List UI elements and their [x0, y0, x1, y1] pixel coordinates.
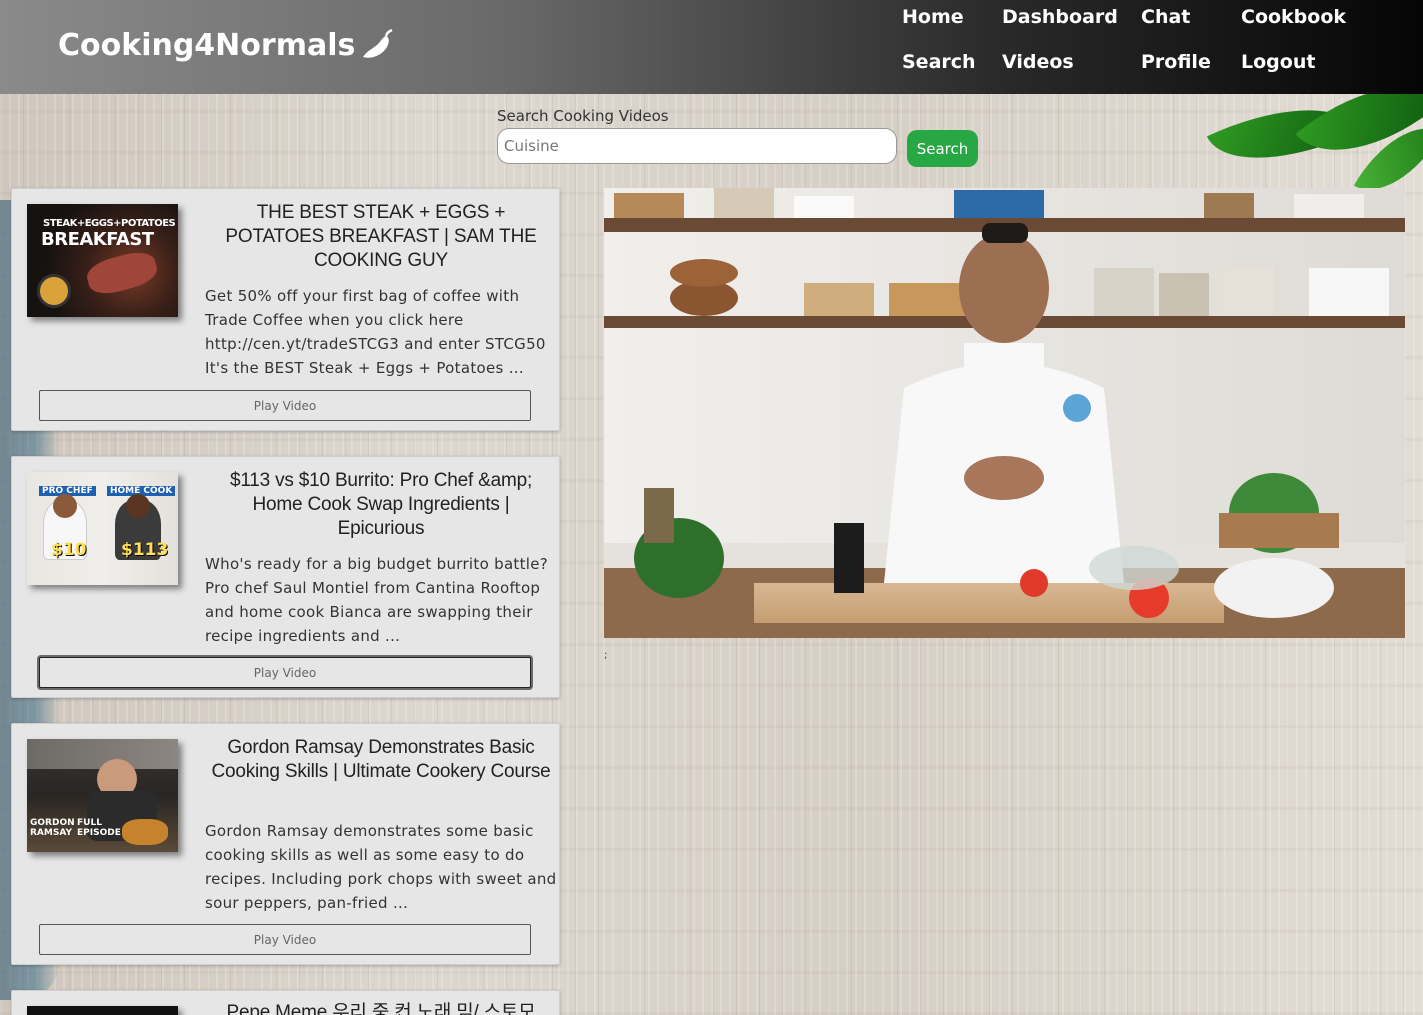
video-description: Get 50% off your first bag of coffee wit…	[205, 287, 546, 377]
stray-text: ;	[604, 650, 608, 661]
nav-logout[interactable]: Logout	[1241, 51, 1315, 73]
video-card: PRO CHEF HOME COOK $10 $113 $113 vs $10 …	[11, 456, 560, 698]
video-card: STEAK+EGGS+POTATOES BREAKFAST THE BEST S…	[11, 188, 560, 431]
brand-name: Cooking4Normals	[58, 28, 356, 63]
nav-home[interactable]: Home	[902, 6, 964, 28]
search-input[interactable]	[497, 128, 897, 164]
video-thumbnail[interactable]	[27, 1006, 178, 1015]
play-video-button[interactable]: Play Video	[39, 390, 531, 421]
video-title: THE BEST STEAK + EGGS + POTATOES BREAKFA…	[225, 202, 537, 271]
play-video-button[interactable]: Play Video	[39, 924, 531, 955]
video-title: Pepe Meme 우리 중 컨 노래 밈/ 스토모	[226, 1002, 536, 1015]
leaves-decoration	[1153, 94, 1423, 194]
play-video-button[interactable]: Play Video	[39, 657, 531, 688]
nav-profile[interactable]: Profile	[1141, 51, 1211, 73]
video-description: Who's ready for a big budget burrito bat…	[205, 555, 549, 645]
video-player[interactable]	[604, 188, 1405, 638]
video-title: $113 vs $10 Burrito: Pro Chef &amp; Home…	[229, 470, 533, 539]
nav-dashboard[interactable]: Dashboard	[1002, 6, 1118, 28]
video-frame	[604, 188, 1405, 638]
nav-search[interactable]: Search	[902, 51, 976, 73]
video-description: Gordon Ramsay demonstrates some basic co…	[205, 822, 557, 912]
video-card: GORDON RAMSAY FULL EPISODE Gordon Ramsay…	[11, 723, 560, 965]
video-thumbnail[interactable]: GORDON RAMSAY FULL EPISODE	[27, 739, 178, 852]
nav-cookbook[interactable]: Cookbook	[1241, 6, 1346, 28]
video-thumbnail[interactable]: PRO CHEF HOME COOK $10 $113	[27, 472, 178, 585]
search-label: Search Cooking Videos	[497, 107, 669, 125]
video-card: Pepe Meme 우리 중 컨 노래 밈/ 스토모	[11, 990, 560, 1015]
search-button[interactable]: Search	[907, 130, 978, 167]
video-title: Gordon Ramsay Demonstrates Basic Cooking…	[211, 737, 551, 782]
video-thumbnail[interactable]: STEAK+EGGS+POTATOES BREAKFAST	[27, 204, 178, 317]
nav-chat[interactable]: Chat	[1141, 6, 1190, 28]
nav-videos[interactable]: Videos	[1002, 51, 1074, 73]
top-navbar: Cooking4Normals Home Dashboard Chat Cook…	[0, 0, 1423, 94]
brand-logo[interactable]: Cooking4Normals	[58, 28, 395, 63]
pepper-icon	[363, 28, 393, 58]
